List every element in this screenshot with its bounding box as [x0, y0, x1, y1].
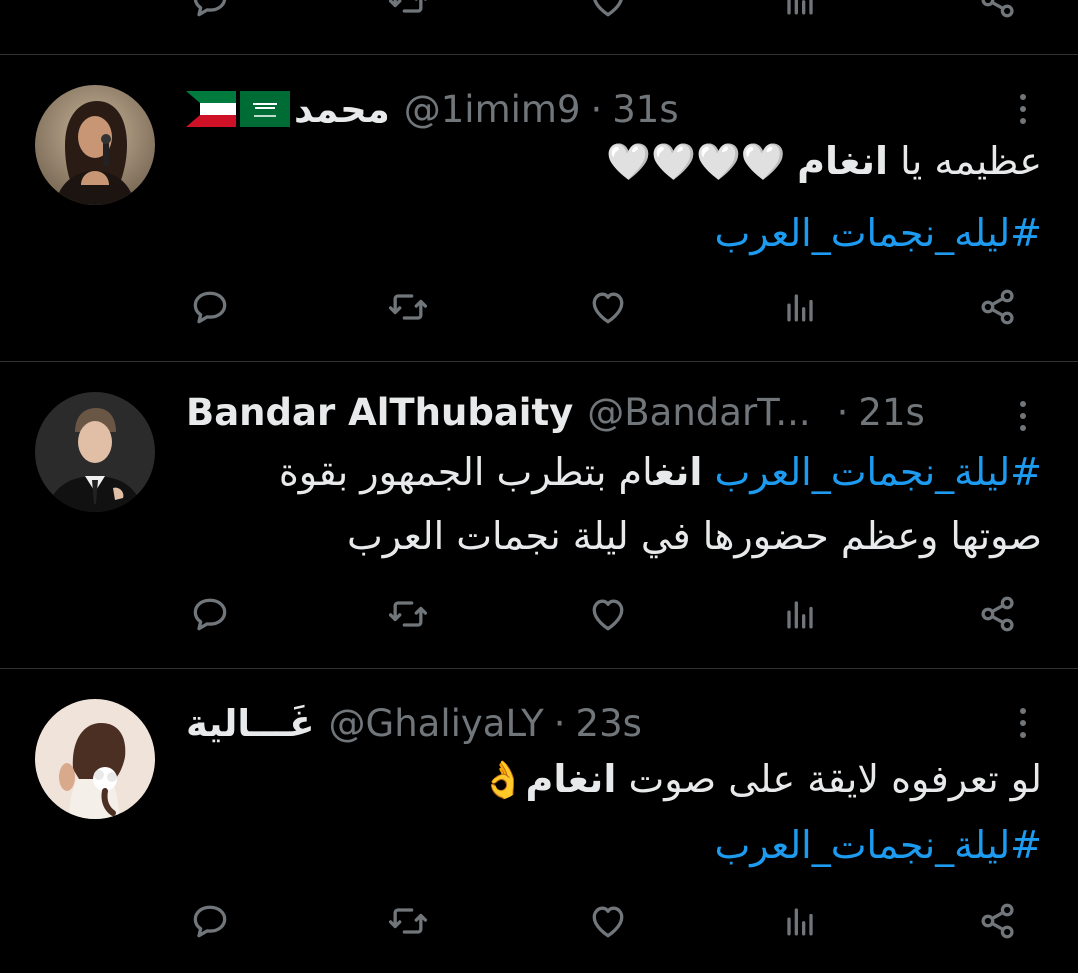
timestamp[interactable]: 31s [612, 88, 678, 131]
tweet-text: عظيمه يا انغام 🤍🤍🤍🤍 #ليله_نجمات_العرب [186, 129, 1042, 265]
ok-hand-emoji: 👌 [480, 760, 526, 801]
hashtag-link[interactable]: #ليله_نجمات_العرب [186, 201, 1042, 265]
author-name[interactable]: غَـــالية [186, 702, 315, 745]
more-options-icon[interactable] [1008, 82, 1038, 136]
reply-icon[interactable] [180, 277, 240, 337]
tweet-actions [0, 584, 1078, 644]
hearts-emoji: 🤍🤍🤍🤍 [606, 142, 798, 183]
reply-icon[interactable] [180, 0, 240, 30]
author-handle[interactable]: @GhaliyaLY [329, 702, 544, 745]
tweet-actions [0, 891, 1078, 951]
tweet[interactable]: Bandar AlThubaity @BandarT... · 21s #ليل… [0, 362, 1078, 668]
separator: · [836, 390, 849, 434]
text-line: صوتها وعظم حضورها في ليلة نجمات العرب [346, 514, 1042, 558]
share-icon[interactable] [968, 0, 1028, 30]
text-bold: انغام [797, 139, 889, 183]
retweet-icon[interactable] [378, 0, 438, 30]
retweet-icon[interactable] [378, 277, 438, 337]
share-icon[interactable] [968, 277, 1028, 337]
text-bold: انغام [525, 757, 617, 801]
views-icon[interactable] [770, 277, 830, 337]
text-bold: انغ [653, 450, 703, 494]
timestamp[interactable]: 23s [576, 702, 642, 745]
tweet-text: #ليلة_نجمات_العرب انغام بتطرب الجمهور بق… [186, 440, 1042, 568]
author-name[interactable]: Bandar AlThubaity [186, 391, 573, 434]
hashtag-link[interactable]: #ليلة_نجمات_العرب [186, 813, 1042, 877]
kuwait-flag-icon [186, 91, 236, 127]
tweet[interactable]: غَـــالية @GhaliyaLY · 23s لو تعرفوه لاي… [0, 669, 1078, 973]
retweet-icon[interactable] [378, 584, 438, 644]
separator: · [553, 701, 566, 745]
hashtag-link[interactable]: #ليلة_نجمات_العرب [715, 450, 1042, 494]
timeline: محمد @1imim9 · 31s عظيمه يا انغام 🤍🤍🤍🤍 #… [0, 0, 1078, 973]
more-options-icon[interactable] [1008, 696, 1038, 750]
author-handle[interactable]: @BandarT... [587, 391, 810, 434]
share-icon[interactable] [968, 584, 1028, 644]
avatar[interactable] [35, 392, 155, 512]
text-segment: لو تعرفوه لايقة على صوت [616, 757, 1042, 801]
avatar[interactable] [35, 699, 155, 819]
tweet-actions [0, 277, 1078, 337]
like-icon[interactable] [578, 584, 638, 644]
tweet-header: غَـــالية @GhaliyaLY · 23s [186, 696, 1008, 750]
reply-icon[interactable] [180, 891, 240, 951]
author-handle[interactable]: @1imim9 [404, 88, 581, 131]
saudi-flag-icon [240, 91, 290, 127]
tweet-header: محمد @1imim9 · 31s [186, 82, 1008, 136]
author-name[interactable]: محمد [294, 88, 390, 131]
views-icon[interactable] [770, 0, 830, 30]
reply-icon[interactable] [180, 584, 240, 644]
share-icon[interactable] [968, 891, 1028, 951]
timestamp[interactable]: 21s [858, 391, 924, 434]
separator: · [590, 87, 603, 131]
retweet-icon[interactable] [378, 891, 438, 951]
previous-tweet-actions [0, 0, 1078, 30]
like-icon[interactable] [578, 891, 638, 951]
tweet-text: لو تعرفوه لايقة على صوت انغام👌 #ليلة_نجم… [186, 747, 1042, 877]
like-icon[interactable] [578, 277, 638, 337]
views-icon[interactable] [770, 584, 830, 644]
views-icon[interactable] [770, 891, 830, 951]
like-icon[interactable] [578, 0, 638, 30]
text-segment: ام بتطرب الجمهور بقوة [278, 450, 654, 494]
more-options-icon[interactable] [1008, 389, 1038, 443]
avatar[interactable] [35, 85, 155, 205]
text-segment: عظيمه يا [888, 139, 1042, 183]
tweet-header: Bandar AlThubaity @BandarT... · 21s [186, 385, 1008, 439]
tweet[interactable]: محمد @1imim9 · 31s عظيمه يا انغام 🤍🤍🤍🤍 #… [0, 55, 1078, 361]
